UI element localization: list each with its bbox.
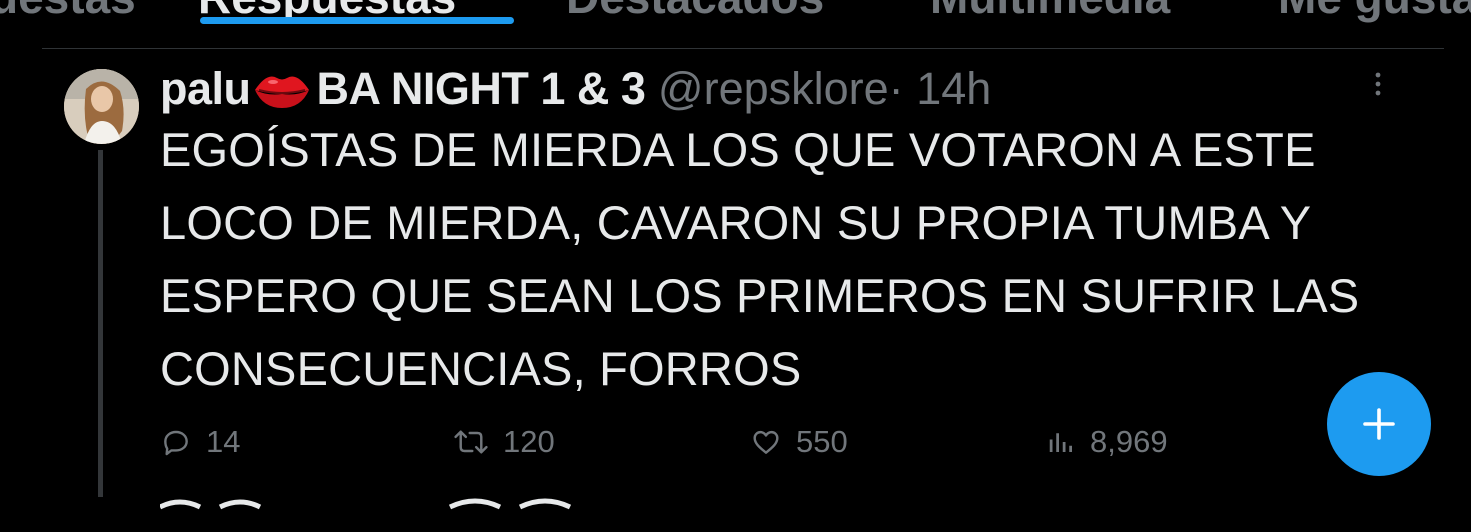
reply-button[interactable]: 14 (160, 422, 240, 462)
like-button[interactable]: 550 (750, 422, 848, 462)
views-button[interactable]: 8,969 (1046, 422, 1168, 462)
timestamp[interactable]: 14h (916, 63, 991, 114)
retweet-button[interactable]: 120 (453, 422, 555, 462)
tweet-text: EGOÍSTAS DE MIERDA LOS QUE VOTARON A EST… (160, 123, 1360, 395)
display-name-suffix[interactable]: BA NIGHT 1 & 3 (317, 63, 646, 114)
avatar-image (64, 69, 139, 144)
like-count: 550 (796, 424, 848, 459)
reply-count: 14 (206, 424, 241, 459)
tweet-header: palu BA NIGHT 1 & 3 @repsklore· 14h (160, 60, 991, 118)
tab-divider (42, 48, 1444, 49)
thread-line (98, 150, 103, 497)
avatar[interactable] (64, 69, 139, 144)
compose-button[interactable] (1327, 372, 1431, 476)
views-icon (1049, 433, 1072, 452)
tab-destacados[interactable]: Destacados (566, 0, 824, 28)
retweet-icon (454, 430, 488, 454)
display-name[interactable]: palu (160, 63, 251, 114)
active-tab-indicator (200, 17, 514, 24)
like-icon (753, 430, 779, 454)
views-count: 8,969 (1090, 424, 1168, 459)
handle[interactable]: @repsklore (658, 63, 889, 114)
reply-icon (164, 430, 188, 456)
separator-dot: · (888, 63, 904, 114)
retweet-count: 120 (503, 424, 555, 459)
next-tweet-header-cropped (158, 486, 580, 532)
lips-emoji-icon (253, 66, 311, 108)
cropped-text-glyphs (158, 498, 572, 510)
tab-me-gusta[interactable]: Me gusta (1278, 0, 1471, 28)
plus-icon (1363, 408, 1395, 440)
tab-respuestas-partial[interactable]: uestas (0, 0, 136, 28)
more-icon[interactable] (1370, 70, 1386, 98)
tab-multimedia[interactable]: Multimedia (930, 0, 1170, 28)
